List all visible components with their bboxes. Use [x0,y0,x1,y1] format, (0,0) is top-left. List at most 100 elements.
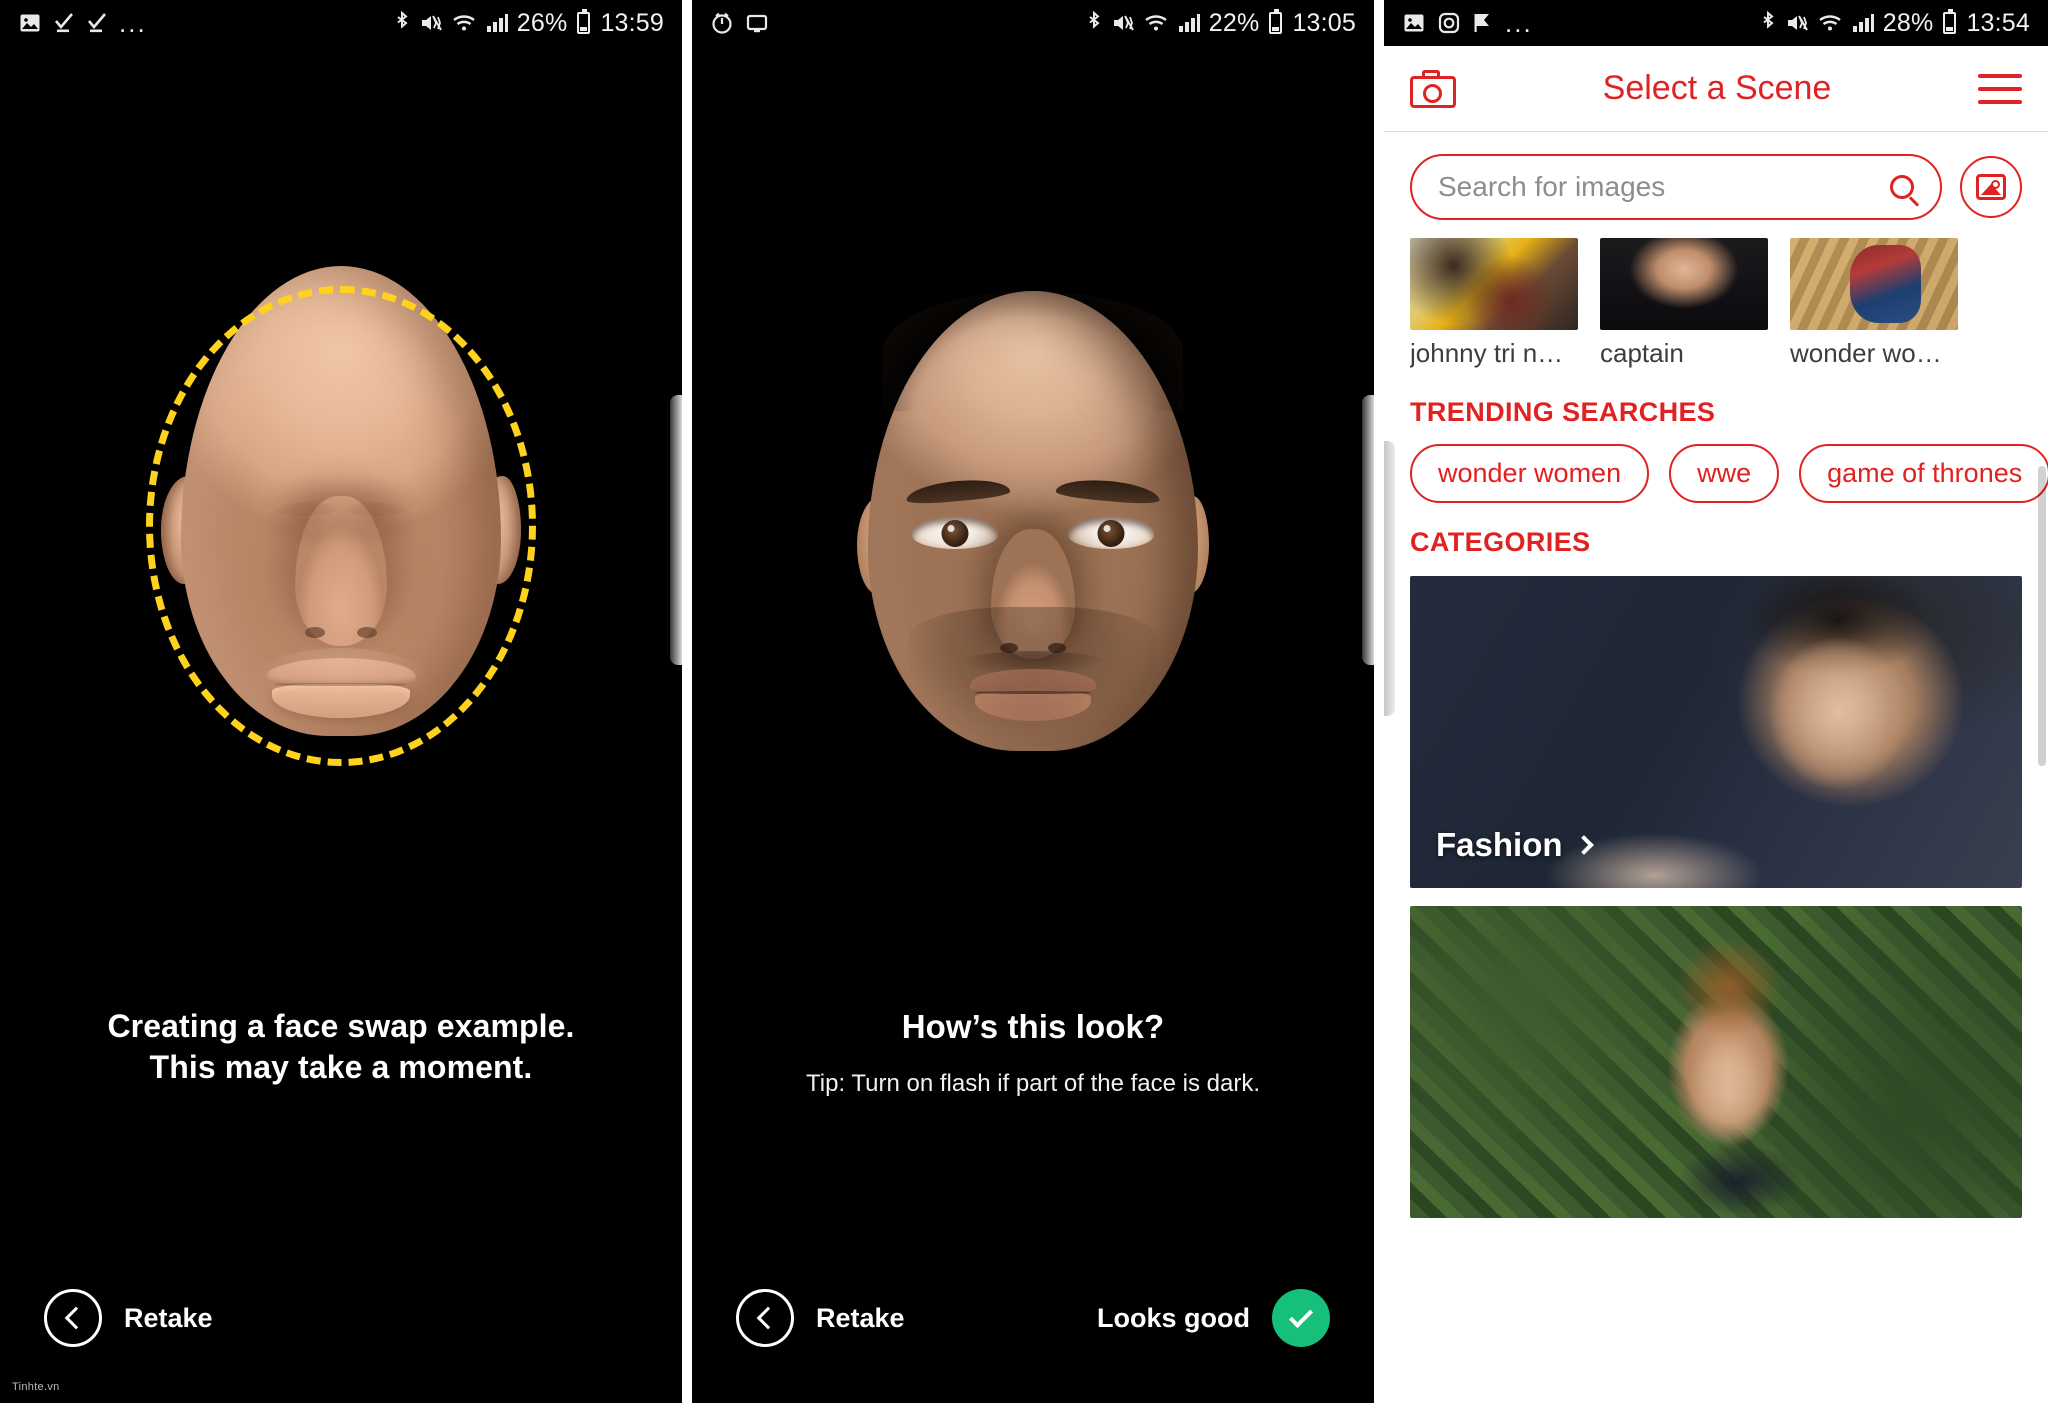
search-row: Search for images [1384,132,2048,232]
flag-icon [1472,11,1494,35]
ph-iris-left [941,520,969,547]
screen-cast-icon [745,11,769,35]
preview-caption: How’s this look? Tip: Turn on flash if p… [692,1006,1374,1098]
cg-head-illustration [141,266,541,786]
cg-nostril-left [305,627,325,638]
three-panel-screenshot: ... 26% 13:59 Creating a face swap examp… [0,0,2048,1403]
search-input[interactable]: Search for images [1410,154,1942,220]
ph-brow-left [905,476,1011,506]
panel-preview-screen: 22% 13:05 How’s this look? Tip: Turn on … [692,0,1374,1403]
battery-percentage: 22% [1208,8,1260,37]
alarm-icon [710,11,734,35]
check-icon [1288,1303,1314,1328]
status-bar-panel1: ... 26% 13:59 [0,0,682,46]
trending-chip[interactable]: wwe [1669,444,1780,503]
status-left-icons: ... [1402,8,1533,38]
retake-button[interactable] [44,1289,102,1347]
bottom-action-bar-panel2: Retake Looks good [692,1289,1374,1347]
ph-face [868,291,1198,751]
panel-divider-2 [1374,0,1384,1403]
retake-button[interactable] [736,1289,794,1347]
search-placeholder: Search for images [1438,171,1666,202]
panel-edge-scroll-hint [1362,395,1374,665]
recent-item[interactable]: wonder wo… [1790,238,1958,369]
watermark: Tinhte.vn [12,1381,60,1393]
search-icon[interactable] [1890,175,1914,199]
status-right-icons: 22% 13:05 [1085,9,1356,38]
panel-processing-screen: ... 26% 13:59 Creating a face swap examp… [0,0,682,1403]
processing-caption: Creating a face swap example. This may t… [0,1006,682,1088]
ph-brow-right [1055,476,1161,506]
select-scene-app: Select a Scene Search for images johnny … [1384,46,2048,1403]
ph-eye-right [1068,517,1154,549]
recent-thumbnail[interactable] [1410,238,1578,330]
category-card-label-wrap: Fashion [1436,826,1594,864]
retake-label[interactable]: Retake [124,1303,213,1334]
categories-title: CATEGORIES [1410,527,1591,557]
panel-edge-scroll-hint [1384,441,1395,716]
trending-chip[interactable]: game of thrones [1799,444,2048,503]
processing-body: Creating a face swap example. This may t… [0,46,682,1403]
preview-tip: Tip: Turn on flash if part of the face i… [806,1070,1260,1098]
signal-bars-icon [1851,11,1875,35]
looks-good-label[interactable]: Looks good [1097,1303,1250,1334]
vertical-scrollbar[interactable] [2038,466,2046,766]
battery-percentage: 26% [516,8,568,37]
signal-bars-icon [1177,11,1201,35]
recent-item[interactable]: captain [1600,238,1768,369]
vibrate-mute-icon [1785,11,1809,35]
preview-heading: How’s this look? [901,1008,1165,1045]
task-done-icon [53,11,75,35]
burger-line [1978,99,2022,104]
category-label: Fashion [1436,826,1563,863]
clock: 13:05 [1292,8,1356,37]
chevron-left-icon [64,1306,88,1330]
recent-thumbnail[interactable] [1790,238,1958,330]
bluetooth-icon [1085,10,1103,36]
burger-line [1978,73,2022,78]
bottom-action-bar-panel1: Retake [0,1289,682,1347]
battery-icon [1943,9,1957,34]
battery-icon [577,9,591,34]
bluetooth-icon [393,10,411,36]
processing-line-2: This may take a moment. [149,1048,533,1085]
category-card-second[interactable] [1410,906,2022,1218]
ph-iris-right [1097,520,1125,547]
battery-icon [1269,9,1283,34]
retake-label[interactable]: Retake [816,1303,905,1334]
gallery-picker-icon [1976,174,2006,200]
recent-thumbnail[interactable] [1600,238,1768,330]
ph-eye-left [912,517,998,549]
panel-divider-1 [682,0,692,1403]
hamburger-menu-icon[interactable] [1978,73,2022,104]
trending-chip[interactable]: wonder women [1410,444,1650,503]
camera-lens [1423,83,1442,103]
trending-searches-title: TRENDING SEARCHES [1410,397,1716,427]
ph-hairline [883,291,1183,411]
looks-good-button[interactable] [1272,1289,1330,1347]
trending-chips: wonder women wwe game of thrones [1384,428,2048,503]
camera-icon[interactable] [1410,69,1456,108]
chevron-left-icon [756,1306,780,1330]
recent-label: johnny tri n… [1410,338,1564,368]
cg-nostril-right [357,627,377,638]
recent-label: captain [1600,338,1684,368]
instagram-icon [1437,11,1461,35]
vibrate-mute-icon [1111,11,1135,35]
status-right-icons: 28% 13:54 [1759,9,2030,38]
cg-chin-highlight [251,648,431,718]
bluetooth-icon [1759,10,1777,36]
gallery-picker-button[interactable] [1960,156,2022,218]
signal-bars-icon [485,11,509,35]
recent-item[interactable]: johnny tri n… [1410,238,1578,369]
image-icon [18,11,42,35]
cg-nose [295,496,387,646]
preview-body: How’s this look? Tip: Turn on flash if p… [692,46,1374,1403]
recent-label: wonder wo… [1790,338,1942,368]
vibrate-mute-icon [419,11,443,35]
ph-beard-shadow [908,607,1158,747]
status-right-icons: 26% 13:59 [393,9,664,38]
page-title: Select a Scene [1602,69,1832,107]
category-card-fashion[interactable]: Fashion [1410,576,2022,888]
more-icon: ... [1505,8,1533,38]
